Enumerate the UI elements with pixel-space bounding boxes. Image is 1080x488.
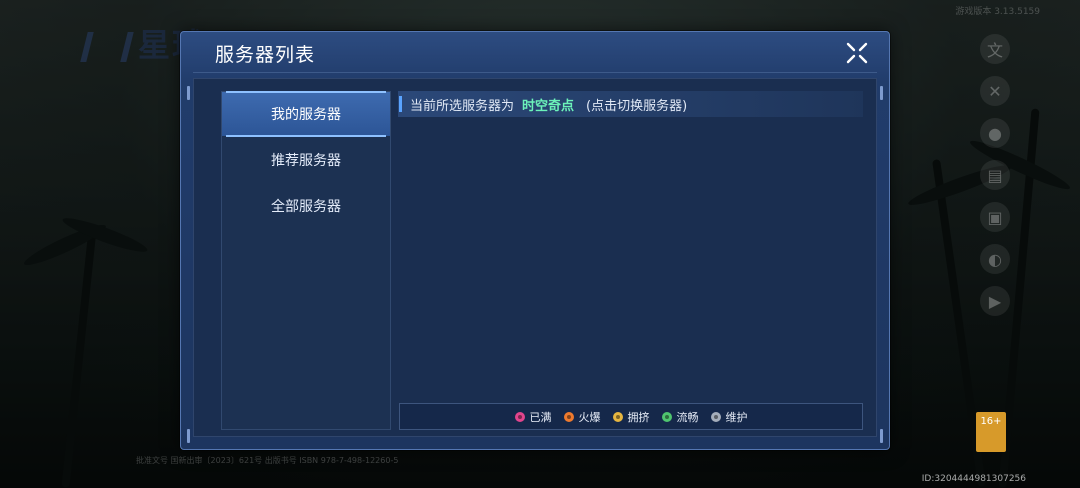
switch-server-hint: (点击切换服务器): [586, 98, 688, 114]
legend-label: 已满: [529, 410, 552, 424]
status-full-icon: [514, 411, 525, 422]
notice-icon[interactable]: ▤: [980, 160, 1010, 190]
side-toolbar: 文 ✕ ● ▤ ▣ ◐ ▶: [980, 34, 1012, 328]
frame-tick: [880, 429, 883, 443]
legend-hot: 火爆: [563, 409, 601, 425]
frame-tick: [187, 86, 190, 100]
publisher-footer: 批准文号 国新出审〔2023〕621号 出版书号 ISBN 978-7-498-…: [136, 456, 399, 465]
legend-full: 已满: [514, 409, 552, 425]
tab-recommended-servers[interactable]: 推荐服务器: [222, 138, 390, 182]
message-icon[interactable]: ◐: [980, 244, 1010, 274]
current-server-name: 时空奇点: [522, 98, 575, 114]
tab-label: 我的服务器: [271, 107, 341, 123]
legend-smooth: 流畅: [661, 409, 699, 425]
tab-label: 全部服务器: [271, 199, 341, 215]
status-hot-icon: [563, 411, 574, 422]
frame-tick: [187, 429, 190, 443]
status-smooth-icon: [661, 411, 672, 422]
device-id: ID:3204444981307256: [921, 474, 1026, 484]
status-maintenance-icon: [710, 411, 721, 422]
server-status-legend: 已满 火爆 拥挤 流畅 维护: [399, 403, 863, 430]
tab-label: 推荐服务器: [271, 153, 341, 169]
user-icon[interactable]: ●: [980, 118, 1010, 148]
server-category-nav: 我的服务器 推荐服务器 全部服务器: [221, 91, 391, 430]
accent-marker: [399, 96, 402, 112]
server-content-panel: 当前所选服务器为 时空奇点 (点击切换服务器): [398, 91, 863, 428]
legend-busy: 拥挤: [612, 409, 650, 425]
server-list-dialog: 服务器列表 我的服务器 推荐服务器 全部服务器 当前所选服务器为 时空奇点 (点…: [180, 31, 890, 450]
tools-icon[interactable]: ✕: [980, 76, 1010, 106]
close-icon: [846, 42, 868, 64]
age-rating-badge: 16+: [976, 412, 1006, 452]
header-divider: [193, 72, 877, 73]
current-server-prefix: 当前所选服务器为: [410, 98, 515, 114]
legend-label: 拥挤: [627, 410, 650, 424]
dialog-title: 服务器列表: [215, 44, 316, 66]
version-text: 游戏版本 3.13.5159: [955, 7, 1040, 17]
current-server-bar[interactable]: 当前所选服务器为 时空奇点 (点击切换服务器): [398, 91, 863, 117]
frame-tick: [880, 86, 883, 100]
tab-my-servers[interactable]: 我的服务器: [222, 91, 390, 137]
close-button[interactable]: [843, 39, 871, 67]
legend-maintenance: 维护: [710, 409, 748, 425]
legend-label: 流畅: [676, 410, 699, 424]
legend-label: 火爆: [578, 410, 601, 424]
scan-icon[interactable]: ▣: [980, 202, 1010, 232]
status-busy-icon: [612, 411, 623, 422]
tab-all-servers[interactable]: 全部服务器: [222, 184, 390, 228]
legend-label: 维护: [725, 410, 748, 424]
video-icon[interactable]: ▶: [980, 286, 1010, 316]
translate-icon[interactable]: 文: [980, 34, 1010, 64]
